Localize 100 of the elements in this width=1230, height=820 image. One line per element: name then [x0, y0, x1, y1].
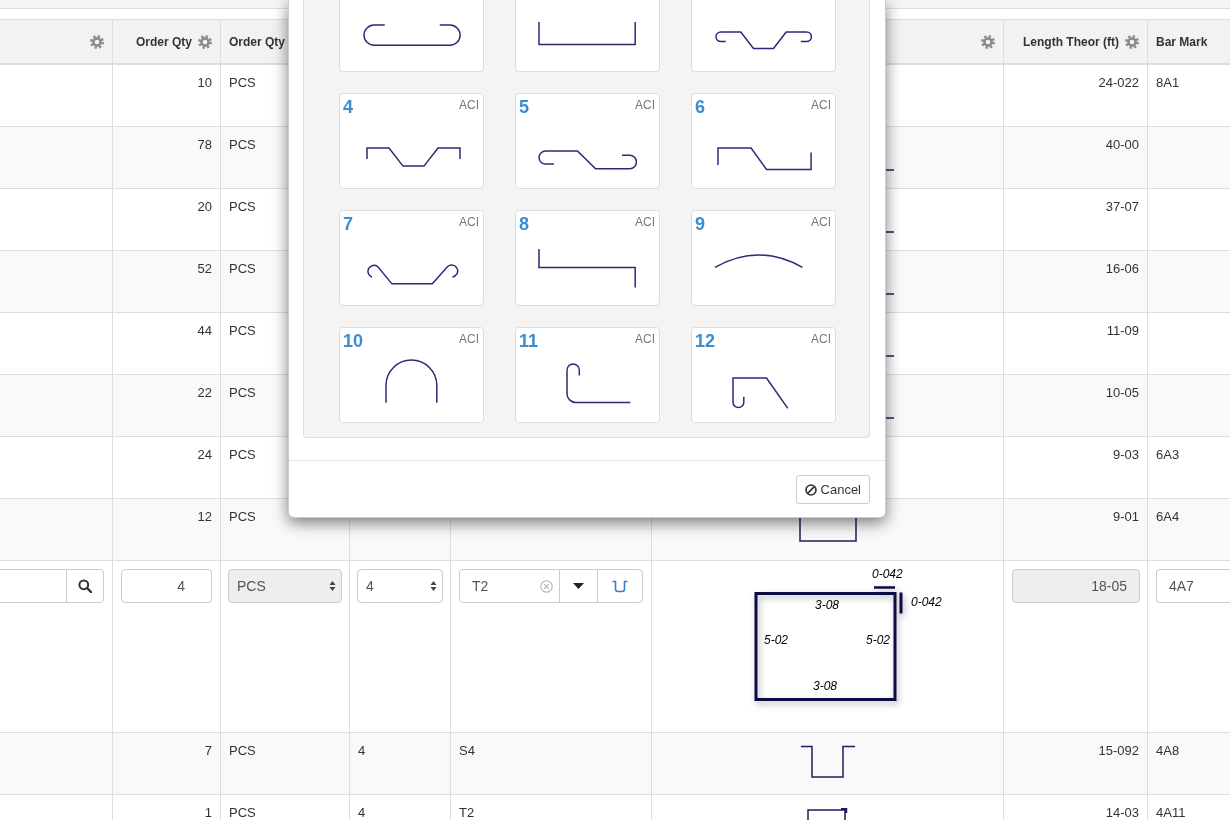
shape-number: 6 — [695, 97, 705, 117]
cancel-button[interactable]: Cancel — [795, 475, 870, 504]
bar-shape-drawing — [799, 745, 856, 778]
unit-text: PCS — [229, 447, 256, 462]
standard-label: ACI — [459, 215, 479, 229]
search-button[interactable] — [66, 569, 104, 603]
shape-tile[interactable]: 9 ACI — [691, 210, 836, 306]
length-text: 9-01 — [1112, 509, 1139, 524]
shape-number: 8 — [519, 214, 529, 234]
bar-mark-text: 6A4 — [1156, 509, 1180, 524]
shape-tile[interactable] — [339, 0, 484, 72]
length-text: 15-092 — [1098, 743, 1139, 758]
bar-shape-drawing — [566, 363, 632, 404]
column-header: Order Qty — [136, 33, 192, 51]
standard-label: ACI — [459, 332, 479, 346]
number-text: 4 — [358, 743, 366, 758]
column-header: Order Qty — [229, 33, 285, 51]
shape-tile[interactable]: 4 ACI — [339, 93, 484, 189]
unit-text: PCS — [229, 137, 256, 152]
shape-tile[interactable]: 12 ACI — [691, 327, 836, 423]
shape-tile[interactable]: 8 ACI — [515, 210, 660, 306]
shape-number: 12 — [695, 331, 716, 351]
code-text: T2 — [459, 805, 475, 820]
ban-icon — [804, 483, 817, 496]
standard-label: ACI — [635, 332, 655, 346]
dimension-label: 0-042 — [872, 567, 903, 581]
standard-label: ACI — [811, 332, 831, 346]
shape-number: 7 — [343, 214, 353, 234]
dimension-label: 3-08 — [813, 679, 838, 693]
shape-number: 11 — [519, 331, 539, 351]
quantity-text: 10 — [197, 75, 212, 90]
number-select[interactable]: 4 — [357, 569, 443, 603]
quantity-field[interactable]: 4 — [121, 569, 212, 603]
column-header: Bar Mark — [1156, 33, 1208, 51]
standard-label: ACI — [635, 98, 655, 112]
unit-text: PCS — [229, 261, 256, 276]
quantity-text: 22 — [197, 385, 212, 400]
dimension-label: 5-02 — [866, 633, 891, 647]
number-text: 4 — [358, 805, 366, 820]
length-text: 40-00 — [1105, 137, 1139, 152]
dimension-label: 5-02 — [764, 633, 789, 647]
shape-tile[interactable] — [515, 0, 660, 72]
unit-text: PCS — [229, 743, 256, 758]
standard-label: ACI — [635, 215, 655, 229]
unit-text: PCS — [229, 509, 256, 524]
standard-label: ACI — [459, 98, 479, 112]
length-field[interactable]: 18-05 — [1012, 569, 1140, 603]
shape-tile[interactable]: 11 ACI — [515, 327, 660, 423]
shape-tile[interactable] — [691, 0, 836, 72]
length-text: 16-06 — [1105, 261, 1139, 276]
quantity-text: 1 — [204, 805, 212, 820]
clear-icon[interactable] — [540, 579, 553, 593]
standard-label: ACI — [811, 98, 831, 112]
unit-text: PCS — [229, 199, 256, 214]
shape-tile[interactable]: 6 ACI — [691, 93, 836, 189]
settings-icon[interactable] — [198, 34, 212, 49]
shape-code-field[interactable]: T2 — [460, 570, 559, 602]
shape-number: 5 — [519, 97, 529, 117]
dimension-label: 3-08 — [815, 598, 840, 612]
bar-mark-field[interactable]: 4A7 — [1156, 569, 1230, 603]
length-text: 9-03 — [1112, 447, 1139, 462]
dimension-label: 0-042 — [911, 595, 942, 609]
shape-number: 9 — [695, 214, 705, 234]
bar-shape-drawing — [732, 376, 790, 410]
length-text: 24-022 — [1098, 75, 1139, 90]
quantity-text: 78 — [197, 137, 212, 152]
unit-text: PCS — [229, 75, 256, 90]
updown-arrows-icon — [430, 580, 437, 592]
bar-shape-icon — [612, 579, 628, 593]
length-text: 14-03 — [1105, 805, 1139, 820]
settings-icon[interactable] — [981, 34, 995, 49]
shape-tile[interactable]: 7 ACI — [339, 210, 484, 306]
quantity-text: 20 — [197, 199, 212, 214]
shape-tile[interactable]: 5 ACI — [515, 93, 660, 189]
bar-shape-drawing — [807, 808, 848, 820]
quantity-text: 12 — [197, 509, 212, 524]
unit-text: PCS — [229, 805, 256, 820]
unit-text: PCS — [229, 385, 256, 400]
code-text: S4 — [459, 743, 475, 758]
quantity-text: 24 — [197, 447, 212, 462]
settings-icon[interactable] — [90, 34, 104, 49]
length-text: 37-07 — [1105, 199, 1139, 214]
search-icon — [78, 579, 92, 593]
bar-mark-text: 4A8 — [1156, 743, 1180, 758]
bar-mark-text: 6A3 — [1156, 447, 1180, 462]
settings-icon[interactable] — [1125, 34, 1139, 49]
shape-tile[interactable]: 10 ACI — [339, 327, 484, 423]
unit-text: PCS — [229, 323, 256, 338]
standard-label: ACI — [811, 215, 831, 229]
updown-arrows-icon — [329, 580, 336, 592]
bar-mark-text: 8A1 — [1156, 75, 1180, 90]
length-text: 10-05 — [1105, 385, 1139, 400]
shape-number: 10 — [343, 331, 364, 351]
search-field[interactable] — [0, 569, 67, 603]
quantity-text: 52 — [197, 261, 212, 276]
bar-mark-text: 4A11 — [1156, 805, 1186, 820]
shape-number: 4 — [343, 97, 353, 117]
quantity-text: 7 — [204, 743, 212, 758]
length-text: 11-09 — [1106, 323, 1139, 338]
bar-shape-drawing — [798, 518, 857, 542]
